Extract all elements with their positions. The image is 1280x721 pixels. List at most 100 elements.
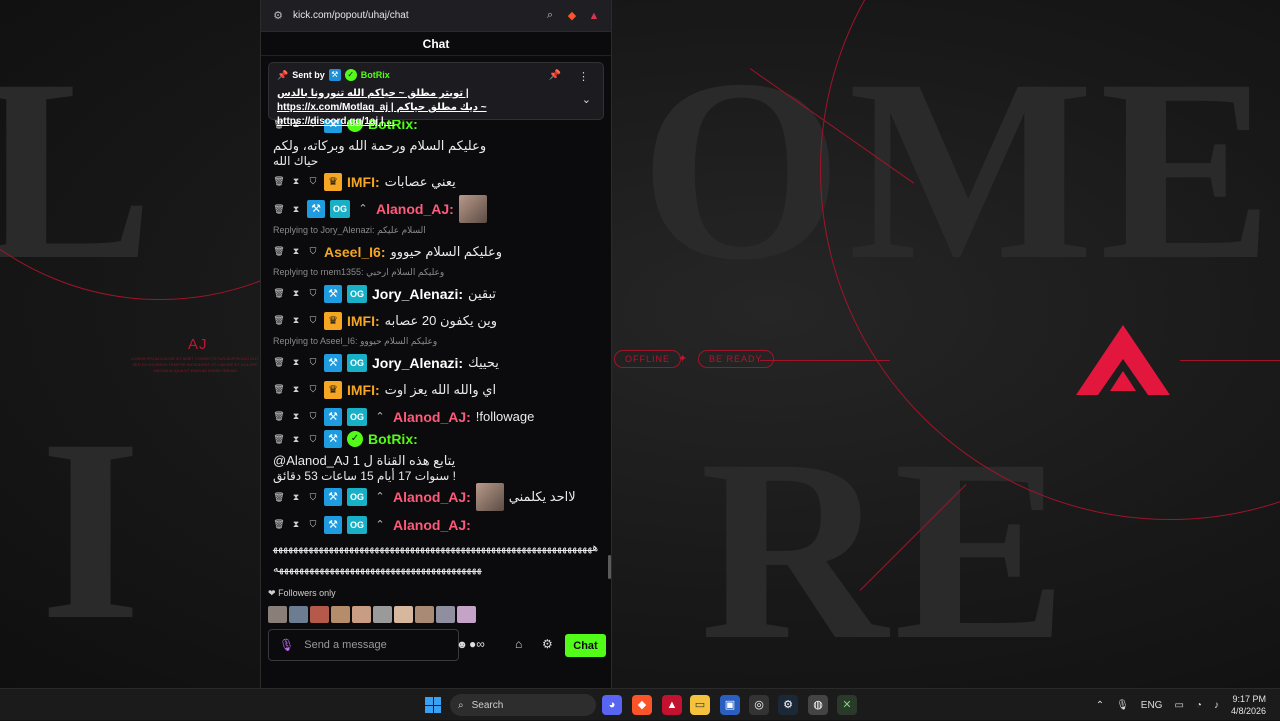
brave-rewards-icon[interactable]: ▲ [587,10,601,22]
send-chat-button[interactable]: Chat [565,634,606,657]
clock[interactable]: 9:17 PM 4/8/2026 [1231,693,1266,717]
more-options-icon[interactable]: ⋮ [578,70,589,83]
delete-icon[interactable]: 🗑 [273,288,285,299]
url-text[interactable]: kick.com/popout/uhaj/chat [293,10,535,21]
apex-icon[interactable]: ▲ [662,695,682,715]
chat-message[interactable]: 🗑 ⧗ ⛉ ⚒ OG Jory_Alenazi: يحييك [273,349,599,376]
discord-icon[interactable]: ◕ [602,695,622,715]
send-message-input[interactable] [304,639,447,651]
chat-message[interactable]: 🗑 ⧗ ⛉ ♛ IMFI: اي والله الله يعز اوت [273,376,599,403]
chat-message[interactable]: 🗑 ⧗ ⚒ OG ⌃ Alanod_AJ: [273,195,599,223]
chevron-down-icon[interactable]: ⌄ [582,93,591,106]
timeout-icon[interactable]: ⧗ [290,204,302,215]
avatar[interactable] [457,606,476,623]
taskbar-search[interactable]: ⌕ Search [450,694,596,716]
avatar[interactable] [310,606,329,623]
delete-icon[interactable]: 🗑 [273,176,285,187]
timeout-icon[interactable]: ⧗ [290,434,302,445]
delete-icon[interactable]: 🗑 [273,411,285,422]
reply-context[interactable]: Replying to Aseel_I6: وعليكم السلام حيوو… [273,334,599,349]
obs-icon[interactable]: ◎ [749,695,769,715]
chat-message[interactable]: 🗑 ⧗ ⛉ ⚒ OG ⌃ Alanod_AJ: [273,511,599,538]
chat-message[interactable]: 🗑 ⧗ ⛉ Aseel_I6: وعليكم السلام حيووو [273,238,599,265]
language-indicator[interactable]: ENG [1141,700,1163,711]
channel-points-icon[interactable]: ●∞ [469,637,485,651]
username[interactable]: IMFI: [347,382,380,398]
monitor-icon[interactable]: ▭ [1174,700,1183,711]
delete-icon[interactable]: 🗑 [273,384,285,395]
app-icon[interactable]: ▣ [720,695,740,715]
timeout-icon[interactable]: ⧗ [290,315,302,326]
timeout-icon[interactable]: ⧗ [290,176,302,187]
username[interactable]: IMFI: [347,313,380,329]
pinned-message[interactable]: 📌 Sent by ⚒ ✓ BotRix 📌 ⋮ ⌄ تويتر مطلق ~ … [268,62,604,127]
timeout-icon[interactable]: ⧗ [290,384,302,395]
pinned-body[interactable]: تويتر مطلق ~ حياكم الله تنورونا بالدس | … [277,87,567,129]
store-icon[interactable]: ⌂ [515,637,522,651]
address-bar[interactable]: ⚙ kick.com/popout/uhaj/chat ⌕ ◆ ▲ [261,0,611,32]
zoom-icon[interactable]: ⌕ [543,9,557,22]
username[interactable]: Aseel_I6: [324,244,385,260]
username[interactable]: IMFI: [347,174,380,190]
pinned-sender[interactable]: BotRix [361,70,390,80]
timeout-icon[interactable]: ⧗ [290,246,302,257]
chat-message[interactable]: 🗑 ⧗ ⛉ ♛ IMFI: وين يكفون 20 عصابه [273,307,599,334]
shield-icon: ⛉ [309,433,317,444]
unpin-icon[interactable]: 📌 [549,70,561,81]
volume-icon[interactable]: ♪ [1214,700,1219,711]
avatar[interactable] [415,606,434,623]
username[interactable]: Alanod_AJ: [393,409,471,425]
mic-icon[interactable]: 🎙 [279,638,294,652]
network-icon[interactable]: ◔ [1196,700,1202,711]
emoji-icon[interactable]: ☻ [456,639,468,651]
username[interactable]: Alanod_AJ: [393,517,471,533]
windows-start-icon[interactable] [425,697,441,713]
steam-icon[interactable]: ⚙ [778,695,798,715]
delete-icon[interactable]: 🗑 [273,204,285,215]
brave-icon[interactable]: ◆ [632,695,652,715]
chat-message[interactable]: 🗑 ⧗ ⛉ ⚒ OG Jory_Alenazi: تبقين [273,280,599,307]
delete-icon[interactable]: 🗑 [273,492,285,503]
file-explorer-icon[interactable]: ▭ [690,695,710,715]
delete-icon[interactable]: 🗑 [273,357,285,368]
username[interactable]: Jory_Alenazi: [372,355,463,371]
username[interactable]: Jory_Alenazi: [372,286,463,302]
xbox-icon[interactable]: ✕ [837,695,857,715]
avatar[interactable] [268,606,287,623]
avatar[interactable] [373,606,392,623]
timeout-icon[interactable]: ⧗ [290,492,302,503]
verified-badge-icon: ✓ [347,431,363,447]
message-composer[interactable]: 🎙 ☻ [268,629,468,661]
timeout-icon[interactable]: ⧗ [290,411,302,422]
avatar[interactable] [436,606,455,623]
chat-message[interactable]: 🗑 ⧗ ⛉ ⚒ OG ⌃ Alanod_AJ: لااحد يكلمني [273,483,599,511]
timeout-icon[interactable]: ⧗ [290,519,302,530]
avatar[interactable] [289,606,308,623]
chat-message[interactable]: 🗑 ⧗ ⛉ ⚒ OG ⌃ Alanod_AJ: !followage [273,403,599,430]
delete-icon[interactable]: 🗑 [273,246,285,257]
delete-icon[interactable]: 🗑 [273,434,285,445]
brave-shield-icon[interactable]: ◆ [565,9,579,22]
reply-context[interactable]: Replying to rnem1355: وعليكم السلام ارحب… [273,265,599,280]
reply-context[interactable]: Replying to Jory_Alenazi: السلام عليكم [273,223,599,238]
username[interactable]: Alanod_AJ: [393,489,471,505]
delete-icon[interactable]: 🗑 [273,315,285,326]
username[interactable]: BotRix: [368,431,418,447]
avatar[interactable] [331,606,350,623]
site-settings-icon[interactable]: ⚙ [271,9,285,22]
timeout-icon[interactable]: ⧗ [290,357,302,368]
mic-tray-icon[interactable]: 🎙 [1116,700,1129,711]
chat-message[interactable]: 🗑 ⧗ ⛉ ⚒ ✓ BotRix: @Alanod_AJ يتابع هذه القناة … [273,430,599,469]
avatar[interactable] [352,606,371,623]
chat-messages[interactable]: 🗑 ⧗ ⛉ ⚒ ✓ BotRix: وعليكم السلام ورحمة الله وبر… [261,115,611,585]
gear-icon[interactable]: ⚙ [542,637,553,651]
chat-scrollbar[interactable] [608,555,611,579]
avatar[interactable] [394,606,413,623]
chat-message[interactable]: 🗑 ⧗ ⛉ ♛ IMFI: يعني عصابات [273,168,599,195]
chrome-icon[interactable]: ◍ [808,695,828,715]
active-viewers-avatars[interactable] [268,606,476,623]
delete-icon[interactable]: 🗑 [273,519,285,530]
username[interactable]: Alanod_AJ: [376,201,454,217]
chevron-up-icon[interactable]: ⌃ [1096,700,1104,711]
timeout-icon[interactable]: ⧗ [290,288,302,299]
